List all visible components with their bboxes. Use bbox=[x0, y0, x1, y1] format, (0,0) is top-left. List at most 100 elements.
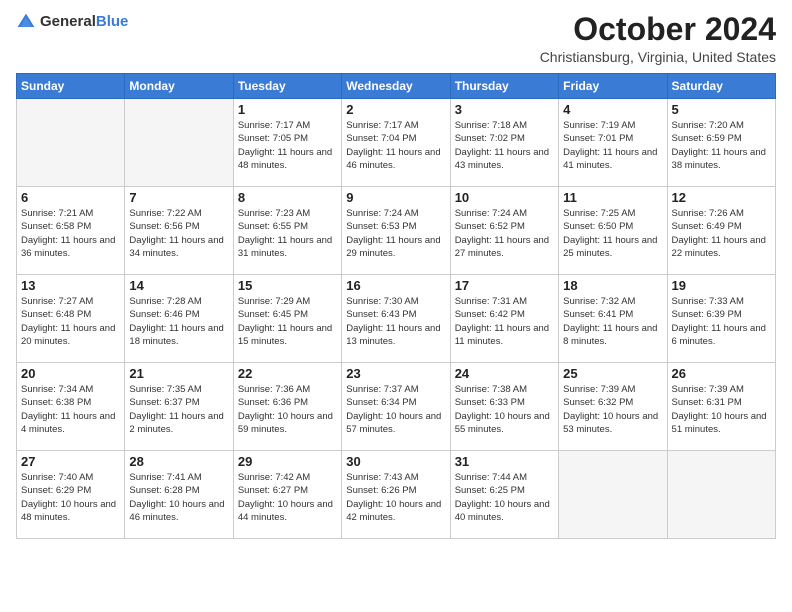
day-number: 21 bbox=[129, 366, 228, 381]
day-number: 10 bbox=[455, 190, 554, 205]
day-number: 4 bbox=[563, 102, 662, 117]
header: GeneralBlue October 2024 Christiansburg,… bbox=[16, 12, 776, 65]
day-info: Sunrise: 7:39 AM Sunset: 6:31 PM Dayligh… bbox=[672, 383, 771, 436]
calendar-cell: 19 Sunrise: 7:33 AM Sunset: 6:39 PM Dayli… bbox=[667, 275, 775, 363]
calendar-week-row: 13 Sunrise: 7:27 AM Sunset: 6:48 PM Dayli… bbox=[17, 275, 776, 363]
header-monday: Monday bbox=[125, 74, 233, 99]
calendar-cell: 29Sunrise: 7:42 AM Sunset: 6:27 PM Dayli… bbox=[233, 451, 341, 539]
calendar-cell: 7 Sunrise: 7:22 AM Sunset: 6:56 PM Daylig… bbox=[125, 187, 233, 275]
day-info: Sunrise: 7:18 AM Sunset: 7:02 PM Dayligh… bbox=[455, 119, 554, 172]
calendar-cell: 5 Sunrise: 7:20 AM Sunset: 6:59 PM Daylig… bbox=[667, 99, 775, 187]
day-number: 18 bbox=[563, 278, 662, 293]
day-info: Sunrise: 7:23 AM Sunset: 6:55 PM Dayligh… bbox=[238, 207, 337, 260]
day-number: 27 bbox=[21, 454, 120, 469]
day-number: 11 bbox=[563, 190, 662, 205]
calendar-cell: 24 Sunrise: 7:38 AM Sunset: 6:33 PM Dayli… bbox=[450, 363, 558, 451]
calendar-cell: 21 Sunrise: 7:35 AM Sunset: 6:37 PM Dayli… bbox=[125, 363, 233, 451]
header-friday: Friday bbox=[559, 74, 667, 99]
header-wednesday: Wednesday bbox=[342, 74, 450, 99]
calendar-cell: 30 Sunrise: 7:43 AM Sunset: 6:26 PM Dayli… bbox=[342, 451, 450, 539]
day-info: Sunrise: 7:25 AM Sunset: 6:50 PM Dayligh… bbox=[563, 207, 662, 260]
day-info: Sunrise: 7:29 AM Sunset: 6:45 PM Dayligh… bbox=[238, 295, 337, 348]
title-month: October 2024 bbox=[540, 12, 776, 47]
calendar-cell: 14 Sunrise: 7:28 AM Sunset: 6:46 PM Dayli… bbox=[125, 275, 233, 363]
day-info: Sunrise: 7:22 AM Sunset: 6:56 PM Dayligh… bbox=[129, 207, 228, 260]
day-info: Sunrise: 7:28 AM Sunset: 6:46 PM Dayligh… bbox=[129, 295, 228, 348]
day-info: Sunrise: 7:32 AM Sunset: 6:41 PM Dayligh… bbox=[563, 295, 662, 348]
day-number: 17 bbox=[455, 278, 554, 293]
day-number: 8 bbox=[238, 190, 337, 205]
day-number: 3 bbox=[455, 102, 554, 117]
calendar-week-row: 27 Sunrise: 7:40 AM Sunset: 6:29 PM Dayli… bbox=[17, 451, 776, 539]
calendar-cell: 31Sunrise: 7:44 AM Sunset: 6:25 PM Dayli… bbox=[450, 451, 558, 539]
day-info: Sunrise: 7:37 AM Sunset: 6:34 PM Dayligh… bbox=[346, 383, 445, 436]
logo-blue: Blue bbox=[96, 13, 129, 30]
day-number: 16 bbox=[346, 278, 445, 293]
calendar-cell: 9 Sunrise: 7:24 AM Sunset: 6:53 PM Daylig… bbox=[342, 187, 450, 275]
day-info: Sunrise: 7:33 AM Sunset: 6:39 PM Dayligh… bbox=[672, 295, 771, 348]
day-number: 28 bbox=[129, 454, 228, 469]
calendar-cell: 28 Sunrise: 7:41 AM Sunset: 6:28 PM Dayli… bbox=[125, 451, 233, 539]
day-number: 14 bbox=[129, 278, 228, 293]
calendar-cell: 4 Sunrise: 7:19 AM Sunset: 7:01 PM Daylig… bbox=[559, 99, 667, 187]
day-info: Sunrise: 7:24 AM Sunset: 6:52 PM Dayligh… bbox=[455, 207, 554, 260]
day-number: 2 bbox=[346, 102, 445, 117]
calendar-cell: 2Sunrise: 7:17 AM Sunset: 7:04 PM Daylig… bbox=[342, 99, 450, 187]
calendar-cell: 3 Sunrise: 7:18 AM Sunset: 7:02 PM Daylig… bbox=[450, 99, 558, 187]
day-number: 24 bbox=[455, 366, 554, 381]
day-number: 7 bbox=[129, 190, 228, 205]
day-info: Sunrise: 7:38 AM Sunset: 6:33 PM Dayligh… bbox=[455, 383, 554, 436]
header-saturday: Saturday bbox=[667, 74, 775, 99]
day-info: Sunrise: 7:17 AM Sunset: 7:05 PM Dayligh… bbox=[238, 119, 337, 172]
calendar-week-row: 20 Sunrise: 7:34 AM Sunset: 6:38 PM Dayli… bbox=[17, 363, 776, 451]
day-info: Sunrise: 7:41 AM Sunset: 6:28 PM Dayligh… bbox=[129, 471, 228, 524]
calendar-cell: 22Sunrise: 7:36 AM Sunset: 6:36 PM Dayli… bbox=[233, 363, 341, 451]
day-info: Sunrise: 7:21 AM Sunset: 6:58 PM Dayligh… bbox=[21, 207, 120, 260]
day-number: 6 bbox=[21, 190, 120, 205]
header-tuesday: Tuesday bbox=[233, 74, 341, 99]
day-info: Sunrise: 7:30 AM Sunset: 6:43 PM Dayligh… bbox=[346, 295, 445, 348]
day-info: Sunrise: 7:35 AM Sunset: 6:37 PM Dayligh… bbox=[129, 383, 228, 436]
calendar-cell: 11 Sunrise: 7:25 AM Sunset: 6:50 PM Dayli… bbox=[559, 187, 667, 275]
calendar-cell: 26Sunrise: 7:39 AM Sunset: 6:31 PM Dayli… bbox=[667, 363, 775, 451]
day-number: 25 bbox=[563, 366, 662, 381]
day-info: Sunrise: 7:27 AM Sunset: 6:48 PM Dayligh… bbox=[21, 295, 120, 348]
day-number: 5 bbox=[672, 102, 771, 117]
calendar-cell: 13 Sunrise: 7:27 AM Sunset: 6:48 PM Dayli… bbox=[17, 275, 125, 363]
day-info: Sunrise: 7:36 AM Sunset: 6:36 PM Dayligh… bbox=[238, 383, 337, 436]
day-info: Sunrise: 7:19 AM Sunset: 7:01 PM Dayligh… bbox=[563, 119, 662, 172]
day-number: 20 bbox=[21, 366, 120, 381]
calendar-cell: 27 Sunrise: 7:40 AM Sunset: 6:29 PM Dayli… bbox=[17, 451, 125, 539]
calendar-cell: 15Sunrise: 7:29 AM Sunset: 6:45 PM Dayli… bbox=[233, 275, 341, 363]
day-info: Sunrise: 7:40 AM Sunset: 6:29 PM Dayligh… bbox=[21, 471, 120, 524]
calendar-cell: 16 Sunrise: 7:30 AM Sunset: 6:43 PM Dayli… bbox=[342, 275, 450, 363]
day-number: 19 bbox=[672, 278, 771, 293]
day-info: Sunrise: 7:24 AM Sunset: 6:53 PM Dayligh… bbox=[346, 207, 445, 260]
calendar-table: Sunday Monday Tuesday Wednesday Thursday… bbox=[16, 73, 776, 539]
day-info: Sunrise: 7:20 AM Sunset: 6:59 PM Dayligh… bbox=[672, 119, 771, 172]
logo-text: GeneralBlue bbox=[40, 13, 128, 31]
day-info: Sunrise: 7:34 AM Sunset: 6:38 PM Dayligh… bbox=[21, 383, 120, 436]
calendar-cell bbox=[667, 451, 775, 539]
day-info: Sunrise: 7:43 AM Sunset: 6:26 PM Dayligh… bbox=[346, 471, 445, 524]
day-number: 30 bbox=[346, 454, 445, 469]
day-number: 23 bbox=[346, 366, 445, 381]
calendar-cell: 8 Sunrise: 7:23 AM Sunset: 6:55 PM Daylig… bbox=[233, 187, 341, 275]
logo-general: General bbox=[40, 13, 96, 30]
day-number: 12 bbox=[672, 190, 771, 205]
day-number: 31 bbox=[455, 454, 554, 469]
calendar-week-row: 1Sunrise: 7:17 AM Sunset: 7:05 PM Daylig… bbox=[17, 99, 776, 187]
day-number: 9 bbox=[346, 190, 445, 205]
title-block: October 2024 Christiansburg, Virginia, U… bbox=[540, 12, 776, 65]
calendar-cell: 17Sunrise: 7:31 AM Sunset: 6:42 PM Dayli… bbox=[450, 275, 558, 363]
calendar-cell: 20 Sunrise: 7:34 AM Sunset: 6:38 PM Dayli… bbox=[17, 363, 125, 451]
logo: GeneralBlue bbox=[16, 12, 128, 32]
day-info: Sunrise: 7:39 AM Sunset: 6:32 PM Dayligh… bbox=[563, 383, 662, 436]
calendar-cell bbox=[559, 451, 667, 539]
calendar-cell: 10 Sunrise: 7:24 AM Sunset: 6:52 PM Dayli… bbox=[450, 187, 558, 275]
day-info: Sunrise: 7:42 AM Sunset: 6:27 PM Dayligh… bbox=[238, 471, 337, 524]
logo-icon bbox=[16, 12, 36, 32]
title-location: Christiansburg, Virginia, United States bbox=[540, 49, 776, 65]
day-number: 13 bbox=[21, 278, 120, 293]
header-thursday: Thursday bbox=[450, 74, 558, 99]
